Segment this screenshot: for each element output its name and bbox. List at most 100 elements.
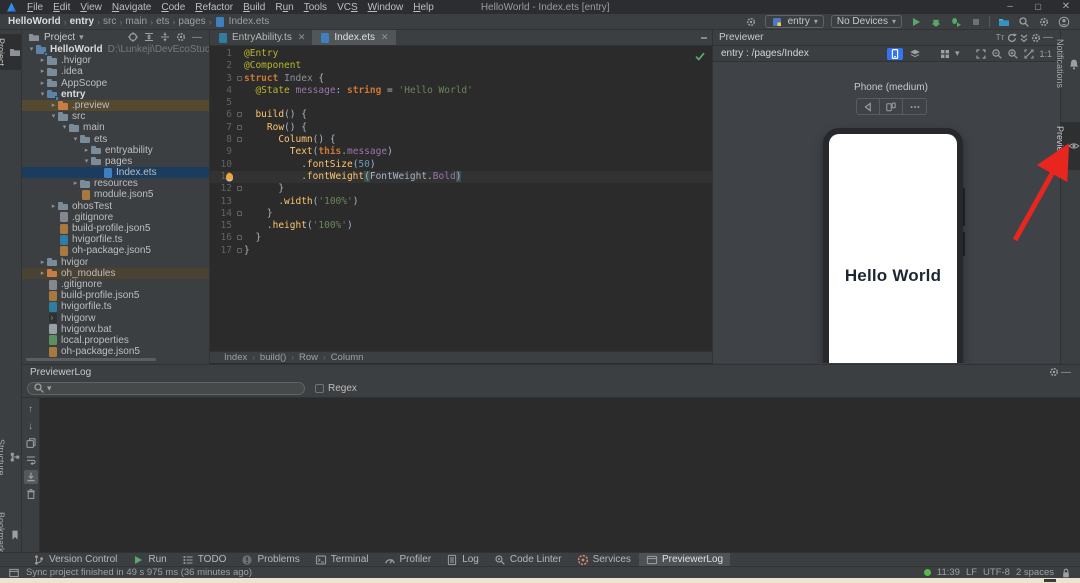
breadcrumb-item[interactable]: entry bbox=[70, 16, 94, 27]
fit-frame-icon[interactable] bbox=[975, 48, 987, 60]
profile-icon[interactable] bbox=[1057, 15, 1070, 28]
attach-debugger-button[interactable] bbox=[949, 15, 962, 28]
scroll-down-icon[interactable]: ↓ bbox=[24, 419, 38, 433]
code-editor[interactable]: 1 @Entry 2 @Component 3 struct Index {4 @Stat… bbox=[210, 46, 712, 351]
panel-settings-gear-icon[interactable] bbox=[175, 31, 187, 43]
code-line[interactable]: 1 @Entry bbox=[210, 48, 712, 60]
scroll-up-icon[interactable]: ↑ bbox=[24, 402, 38, 416]
export-log-icon[interactable] bbox=[24, 436, 38, 450]
intention-bulb-icon[interactable] bbox=[226, 172, 233, 180]
chevron-down-icon[interactable]: ▾ bbox=[955, 48, 960, 59]
tree-item[interactable]: ▾ HelloWorld D:\Lunkeji\DevEcoStudioProjec… bbox=[22, 44, 209, 56]
tree-item[interactable]: ▾ pages bbox=[22, 156, 209, 167]
tree-item[interactable]: hvigorw.bat bbox=[22, 324, 209, 335]
rotate-device-icon[interactable] bbox=[857, 99, 880, 114]
breadcrumb-item[interactable]: src bbox=[103, 16, 116, 27]
menu-item-tools[interactable]: Tools bbox=[299, 2, 332, 13]
code-line[interactable]: 13 .width('100%') bbox=[210, 196, 712, 208]
tool-window-tab-run[interactable]: Run bbox=[125, 553, 173, 566]
minimize-icon[interactable]: – bbox=[996, 0, 1024, 14]
tree-item[interactable]: ▸ entryability bbox=[22, 145, 209, 156]
menu-item-window[interactable]: Window bbox=[363, 2, 409, 13]
tree-item[interactable]: ▸ ohosTest bbox=[22, 201, 209, 212]
menu-item-help[interactable]: Help bbox=[408, 2, 439, 13]
zoom-in-icon[interactable] bbox=[1007, 48, 1019, 60]
tab-options-kebab-icon[interactable] bbox=[696, 30, 712, 45]
sidebar-tab-previewer[interactable]: Previewer bbox=[1055, 122, 1080, 171]
hide-panel-icon[interactable]: — bbox=[1060, 366, 1072, 378]
code-line[interactable]: 3 struct Index { bbox=[210, 73, 712, 85]
log-output[interactable] bbox=[40, 398, 1080, 552]
sidebar-tab-project[interactable]: Project bbox=[0, 34, 21, 71]
tree-item[interactable]: ▸ hvigor bbox=[22, 257, 209, 268]
breadcrumb-item[interactable]: pages bbox=[178, 16, 205, 27]
refresh-icon[interactable] bbox=[1006, 32, 1018, 44]
caret-position[interactable]: 11:39 bbox=[937, 567, 960, 578]
editor-breadcrumb-item[interactable]: Index bbox=[224, 352, 247, 363]
code-line[interactable]: 10 .fontSize(50) bbox=[210, 159, 712, 171]
line-separator[interactable]: LF bbox=[966, 567, 977, 578]
tree-item[interactable]: ▸ .preview bbox=[22, 99, 209, 112]
preview-mode-device-button[interactable] bbox=[886, 47, 903, 60]
tool-window-tab-todo[interactable]: TODO bbox=[175, 553, 234, 566]
close-tab-icon[interactable]: ✕ bbox=[381, 32, 389, 43]
tree-item[interactable]: ▸ .idea bbox=[22, 66, 209, 77]
zoom-out-icon[interactable] bbox=[991, 48, 1003, 60]
stop-button[interactable] bbox=[969, 15, 982, 28]
previewer-settings-gear-icon[interactable] bbox=[1030, 32, 1042, 44]
tool-window-tab-services[interactable]: Services bbox=[570, 553, 638, 566]
tree-item[interactable]: ▸ AppScope bbox=[22, 78, 209, 89]
indent-size[interactable]: 2 spaces bbox=[1016, 567, 1054, 578]
fold-marker-icon[interactable] bbox=[237, 235, 242, 241]
fold-marker-icon[interactable] bbox=[237, 210, 242, 216]
editor-tab-entryability-ts[interactable]: EntryAbility.ts ✕ bbox=[210, 30, 312, 45]
regex-option[interactable]: Regex bbox=[315, 383, 357, 394]
menu-item-view[interactable]: View bbox=[75, 2, 107, 13]
zoom-ratio-button[interactable]: 1:1 bbox=[1039, 49, 1052, 59]
tree-item[interactable]: ▾ entry bbox=[22, 89, 209, 100]
menu-item-refactor[interactable]: Refactor bbox=[190, 2, 238, 13]
hide-chevrons-icon[interactable] bbox=[1018, 32, 1030, 44]
grid-layout-icon[interactable] bbox=[939, 48, 951, 60]
fold-marker-icon[interactable] bbox=[237, 186, 242, 192]
menu-item-run[interactable]: Run bbox=[270, 2, 298, 13]
tree-item[interactable]: ▾ ets bbox=[22, 134, 209, 145]
fold-marker-icon[interactable] bbox=[237, 247, 242, 253]
scroll-to-end-icon[interactable] bbox=[23, 470, 38, 484]
close-icon[interactable]: ✕ bbox=[1052, 0, 1080, 14]
regex-checkbox[interactable] bbox=[315, 383, 324, 393]
tree-item[interactable]: build-profile.json5 bbox=[22, 290, 209, 301]
log-search-input[interactable]: ▾ bbox=[27, 381, 305, 395]
fold-marker-icon[interactable] bbox=[237, 137, 242, 143]
editor-tab-index-ets[interactable]: Index.ets ✕ bbox=[312, 30, 396, 45]
code-line[interactable]: 9 Text(this.message) bbox=[210, 146, 712, 158]
code-line[interactable]: 11 .fontWeight(FontWeight.Bold) bbox=[210, 170, 712, 184]
breadcrumb-item[interactable]: HelloWorld bbox=[8, 16, 61, 27]
code-line[interactable]: 5 bbox=[210, 97, 712, 109]
tree-item[interactable]: .gitignore bbox=[22, 212, 209, 223]
module-selector[interactable]: entry ▾ bbox=[764, 15, 824, 28]
preview-mode-inspect-button[interactable] bbox=[907, 48, 923, 60]
fold-marker-icon[interactable] bbox=[237, 124, 242, 130]
tree-item[interactable]: ▾ src bbox=[22, 111, 209, 122]
tool-window-tab-previewerlog[interactable]: PreviewerLog bbox=[638, 553, 731, 566]
menu-item-build[interactable]: Build bbox=[238, 2, 270, 13]
menu-item-navigate[interactable]: Navigate bbox=[107, 2, 156, 13]
tool-window-tab-version-control[interactable]: Version Control bbox=[26, 553, 124, 566]
breadcrumb-item[interactable]: Index.ets bbox=[229, 16, 270, 27]
project-panel-title[interactable]: Project bbox=[44, 32, 75, 43]
close-tab-icon[interactable]: ✕ bbox=[298, 32, 306, 43]
fold-marker-icon[interactable] bbox=[237, 112, 242, 118]
code-line[interactable]: 4 @State message: string = 'Hello World' bbox=[210, 85, 712, 97]
tree-item[interactable]: ▾ main bbox=[22, 122, 209, 133]
tool-window-tab-terminal[interactable]: Terminal bbox=[308, 553, 376, 566]
code-line[interactable]: 12 } bbox=[210, 183, 712, 195]
tree-item[interactable]: ▸ oh_modules bbox=[22, 267, 209, 279]
code-line[interactable]: 15 .height('100%') bbox=[210, 220, 712, 232]
hide-panel-icon[interactable]: — bbox=[191, 31, 203, 43]
soft-wrap-icon[interactable] bbox=[24, 453, 38, 467]
status-window-icon[interactable] bbox=[8, 567, 20, 579]
menu-item-file[interactable]: File bbox=[22, 2, 48, 13]
tree-item[interactable]: oh-package.json5 bbox=[22, 245, 209, 256]
sidebar-tab-structure[interactable]: Structure bbox=[0, 435, 21, 480]
